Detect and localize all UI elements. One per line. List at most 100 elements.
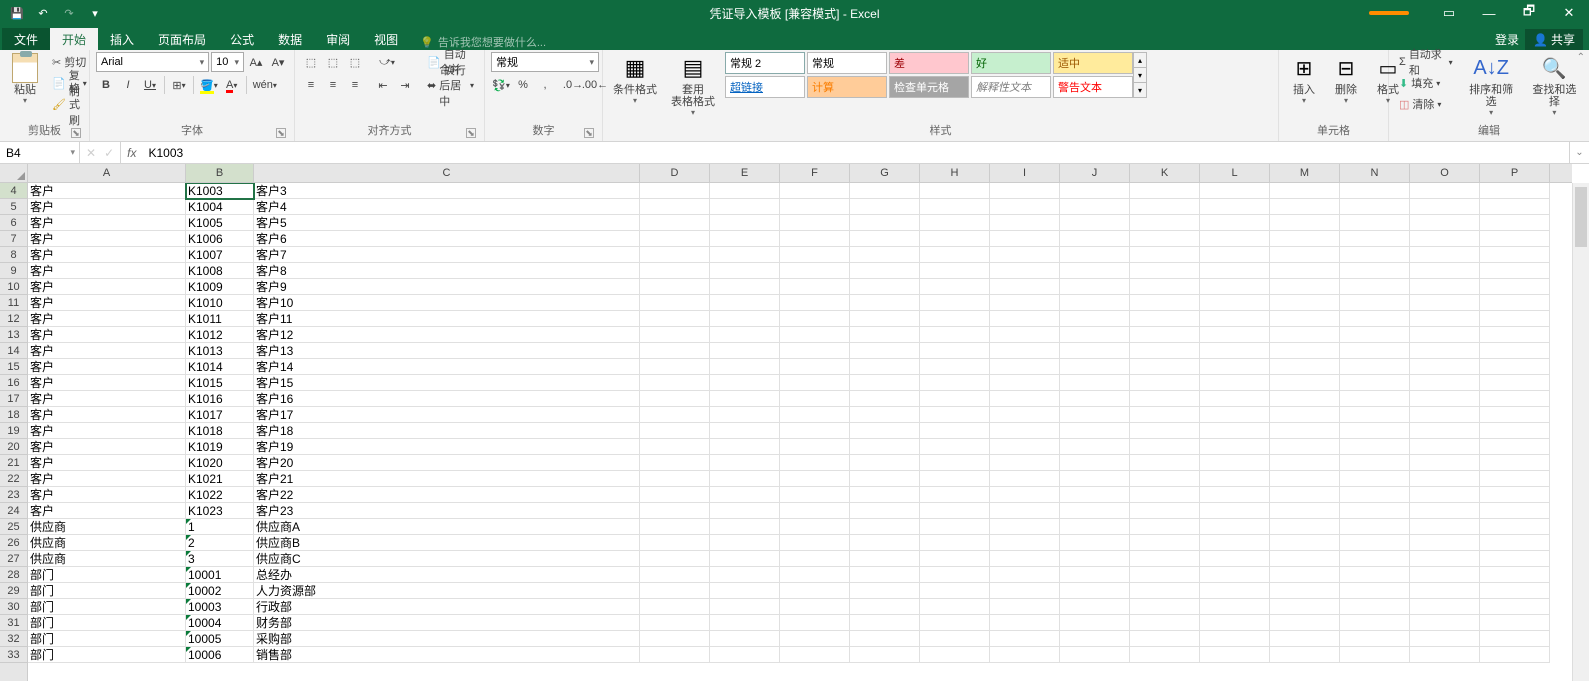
cell[interactable]	[990, 487, 1060, 503]
cell[interactable]	[1130, 183, 1200, 199]
column-header[interactable]: E	[710, 164, 780, 182]
cell[interactable]: 总经办	[254, 567, 640, 583]
cell[interactable]	[1340, 551, 1410, 567]
minimize-icon[interactable]: —	[1469, 0, 1509, 26]
cell[interactable]	[920, 471, 990, 487]
cell[interactable]	[850, 375, 920, 391]
cell[interactable]	[710, 391, 780, 407]
cell[interactable]	[710, 503, 780, 519]
cell[interactable]	[920, 263, 990, 279]
row-header[interactable]: 24	[0, 503, 27, 519]
cell[interactable]	[1480, 311, 1550, 327]
cell[interactable]	[780, 263, 850, 279]
cell[interactable]	[1130, 647, 1200, 663]
underline-button[interactable]: U▾	[140, 75, 160, 95]
cell[interactable]	[1130, 519, 1200, 535]
cell[interactable]	[920, 503, 990, 519]
cell[interactable]	[1410, 343, 1480, 359]
column-header[interactable]: O	[1410, 164, 1480, 182]
cell[interactable]	[850, 487, 920, 503]
cell[interactable]: 人力资源部	[254, 583, 640, 599]
delete-cells-button[interactable]: ⊟删除▾	[1327, 52, 1365, 107]
cell[interactable]	[920, 487, 990, 503]
cell[interactable]	[920, 295, 990, 311]
cell[interactable]	[1480, 471, 1550, 487]
cell[interactable]	[1410, 263, 1480, 279]
bold-button[interactable]: B	[96, 75, 116, 95]
table-format-button[interactable]: ▤ 套用 表格格式▾	[667, 52, 719, 119]
cell[interactable]	[1200, 327, 1270, 343]
cell[interactable]: 客户	[28, 311, 186, 327]
cell[interactable]: 10005	[186, 631, 254, 647]
cell[interactable]	[1410, 423, 1480, 439]
cell[interactable]	[990, 423, 1060, 439]
cell[interactable]	[1340, 215, 1410, 231]
cell[interactable]	[780, 599, 850, 615]
cell[interactable]	[1060, 631, 1130, 647]
cell[interactable]: 10002	[186, 583, 254, 599]
cell[interactable]: 客户12	[254, 327, 640, 343]
cell[interactable]	[1480, 567, 1550, 583]
cell[interactable]	[1200, 519, 1270, 535]
cell[interactable]: 部门	[28, 615, 186, 631]
find-select-button[interactable]: 🔍查找和选择▾	[1526, 52, 1583, 119]
cell[interactable]	[1130, 391, 1200, 407]
row-header[interactable]: 4	[0, 183, 27, 199]
cell[interactable]	[780, 247, 850, 263]
cell[interactable]: 客户	[28, 183, 186, 199]
cell[interactable]	[1130, 311, 1200, 327]
cell[interactable]	[1130, 535, 1200, 551]
cell[interactable]	[990, 535, 1060, 551]
cell[interactable]	[1200, 487, 1270, 503]
cell[interactable]	[1200, 343, 1270, 359]
cell[interactable]	[1060, 535, 1130, 551]
cell[interactable]	[710, 215, 780, 231]
cell[interactable]	[710, 631, 780, 647]
cell[interactable]	[780, 551, 850, 567]
cell[interactable]	[1410, 567, 1480, 583]
cell[interactable]	[990, 519, 1060, 535]
column-header[interactable]: B	[186, 164, 254, 182]
cell[interactable]	[1060, 391, 1130, 407]
border-button[interactable]: ⊞▾	[169, 75, 189, 95]
cell[interactable]: K1007	[186, 247, 254, 263]
cell[interactable]	[1480, 647, 1550, 663]
cell[interactable]: 销售部	[254, 647, 640, 663]
save-icon[interactable]: 💾	[6, 3, 28, 23]
cell[interactable]	[640, 311, 710, 327]
row-header[interactable]: 17	[0, 391, 27, 407]
cell[interactable]	[1060, 487, 1130, 503]
cell[interactable]: K1011	[186, 311, 254, 327]
row-headers[interactable]: 4567891011121314151617181920212223242526…	[0, 183, 28, 681]
cell[interactable]	[1270, 391, 1340, 407]
cell[interactable]	[1060, 567, 1130, 583]
name-box-dropdown-icon[interactable]: ▾	[70, 147, 79, 158]
cell[interactable]	[1060, 199, 1130, 215]
merge-center-button[interactable]: ⬌合并后居中▾	[423, 75, 478, 95]
cell[interactable]	[780, 567, 850, 583]
cell[interactable]	[1480, 231, 1550, 247]
cell[interactable]	[1340, 199, 1410, 215]
cell[interactable]	[1340, 599, 1410, 615]
cell[interactable]	[1340, 439, 1410, 455]
restore-icon[interactable]: 🗗	[1509, 0, 1549, 26]
row-header[interactable]: 18	[0, 407, 27, 423]
cell[interactable]	[990, 599, 1060, 615]
cell[interactable]	[1270, 519, 1340, 535]
tab-file[interactable]: 文件	[2, 28, 50, 50]
cell[interactable]	[780, 183, 850, 199]
cell[interactable]: K1010	[186, 295, 254, 311]
style-scroll-down-icon[interactable]: ▾	[1134, 68, 1146, 83]
sort-filter-button[interactable]: A↓Z排序和筛选▾	[1463, 52, 1520, 119]
cell[interactable]	[1130, 343, 1200, 359]
cell[interactable]	[1410, 583, 1480, 599]
row-header[interactable]: 20	[0, 439, 27, 455]
cell[interactable]	[1480, 247, 1550, 263]
decrease-font-icon[interactable]: A▾	[268, 52, 288, 72]
cell[interactable]	[710, 423, 780, 439]
cell[interactable]	[1340, 359, 1410, 375]
row-header[interactable]: 13	[0, 327, 27, 343]
cell[interactable]	[1480, 423, 1550, 439]
cell[interactable]	[990, 359, 1060, 375]
tell-me-search[interactable]: 💡 告诉我您想要做什么...	[420, 34, 546, 50]
